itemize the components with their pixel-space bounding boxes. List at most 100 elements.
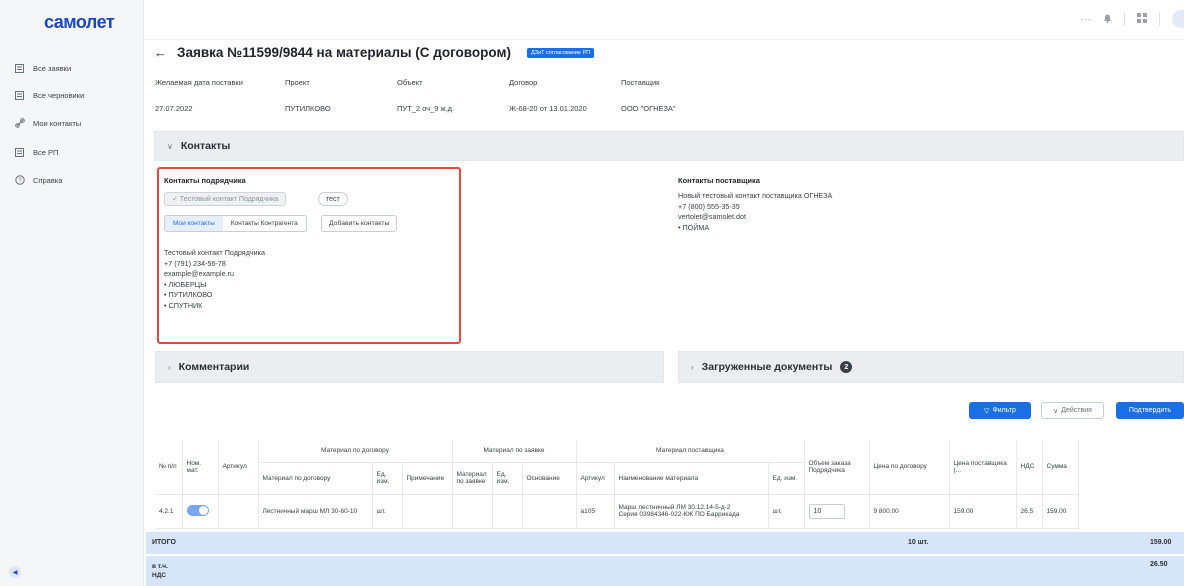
header-vat: НДС	[1016, 440, 1043, 495]
sidebar-item-label: Справка	[33, 175, 63, 185]
app-logo[interactable]: самолет	[44, 12, 115, 33]
header-req-material: Материал по заявке	[452, 462, 493, 495]
back-arrow-icon[interactable]: ←	[154, 45, 167, 60]
comments-section-header[interactable]: › Комментарии	[155, 351, 664, 383]
cell-supplier-price: 159.00	[949, 494, 1017, 529]
apps-grid-icon[interactable]	[1137, 12, 1147, 26]
sidebar-item-help[interactable]: ? Справка	[14, 171, 62, 189]
contact-line: +7 (800) 555-35-35	[678, 201, 740, 211]
cell-toggle	[182, 494, 219, 529]
header-sum: Сумма	[1042, 440, 1079, 495]
contact-line: example@example.ru	[164, 269, 235, 278]
header-contract-price: Цена по договору	[869, 440, 950, 495]
contact-line: • ЛЮБЕРЦЫ	[164, 279, 207, 289]
total-sum: 159.00	[1150, 539, 1172, 546]
link-icon	[14, 118, 25, 129]
sidebar-item-label: Мои контакты	[33, 118, 82, 128]
cell-req-unit	[492, 494, 523, 529]
sup-name-line: Марш лестничный ЛМ 30.12.14-5-д-2	[618, 504, 731, 511]
vat-label-line: НДС	[152, 572, 167, 579]
total-label: ИТОГО	[152, 539, 176, 546]
sidebar-item-all-drafts[interactable]: Все черновики	[14, 86, 84, 104]
total-qty: 10 шт.	[908, 539, 929, 546]
tab-counterparty-contacts[interactable]: Контакты Контрагента	[223, 216, 306, 231]
meta-value-date: 27.07.2022	[155, 104, 193, 113]
filter-button[interactable]: ▽ Фильтр	[969, 402, 1031, 419]
meta-value-object: ПУТ_2 оч_9 ж.д.	[397, 104, 455, 113]
confirm-button[interactable]: Подтвердить	[1116, 402, 1184, 419]
cell-contract-price: 9 800.00	[869, 494, 950, 529]
table-row[interactable]: 4.2.1 Лестничный марш МЛ 30-60-10 шт. a1…	[155, 494, 1079, 529]
header-sup-article: Артикул	[576, 462, 615, 495]
meta-value-project: ПУТИЛКОВО	[285, 104, 331, 113]
add-contacts-button[interactable]: Добавить контакты	[321, 215, 398, 232]
vat-row: в т.ч. НДС 26.50	[146, 556, 1184, 586]
cell-req-material	[452, 494, 493, 529]
more-icon[interactable]: ···	[1081, 14, 1091, 25]
contact-line: +7 (791) 234-56-78	[164, 258, 226, 268]
status-badge: ДЗиТ согласование РП	[526, 47, 595, 58]
actions-dropdown[interactable]: ∨ Действия	[1041, 402, 1104, 419]
sup-name-line: Серия 03984346-022-КЖ ПО Баррикада	[618, 511, 740, 518]
meta-label-supplier: Поставщик	[621, 78, 660, 87]
list-icon	[14, 63, 25, 74]
vat-sum: 26.50	[1150, 561, 1168, 568]
chevron-right-icon: ›	[168, 362, 171, 372]
sidebar-item-my-contacts[interactable]: Мои контакты	[14, 114, 81, 132]
cell-reason	[522, 494, 577, 529]
avatar[interactable]	[1172, 10, 1184, 28]
chevron-down-icon: ∨	[1053, 407, 1059, 415]
documents-count-badge: 2	[840, 361, 853, 373]
cell-sup-unit: шт.	[768, 494, 805, 529]
total-row: ИТОГО 10 шт. 159.00	[146, 532, 1184, 554]
meta-label-contract: Договор	[509, 78, 538, 87]
header-unit: Ед. изм.	[372, 462, 403, 495]
section-title: Загруженные документы	[701, 361, 833, 373]
supplier-contact-details: Новый тестовый контакт поставщика ОГНЕЗА…	[678, 191, 832, 233]
sidebar-item-label: Все черновики	[33, 90, 85, 100]
filter-button-label: Фильтр	[992, 407, 1016, 414]
header-contract-material: Материал по договору	[258, 462, 373, 495]
vat-label-line: в т.ч.	[152, 563, 168, 570]
cell-sup-name: Марш лестничный ЛМ 30.12.14-5-д-2 Серия 0…	[614, 494, 769, 529]
materials-table: № п/п Ном. мат. Артикул Материал по дого…	[155, 440, 1079, 529]
contractor-contact-details: Тестовый контакт Подрядчика +7 (791) 234…	[164, 248, 265, 311]
group-header-contract: Материал по договору	[258, 440, 453, 463]
documents-section-header[interactable]: › Загруженные документы 2	[678, 351, 1184, 383]
nom-toggle[interactable]	[186, 504, 209, 516]
header-order-volume: Объем заказа Подрядчика	[804, 440, 870, 495]
cell-unit: шт.	[372, 494, 403, 529]
actions-dropdown-label: Действия	[1061, 407, 1092, 414]
collapse-sidebar-icon[interactable]: ◀	[9, 566, 21, 578]
divider	[1124, 12, 1125, 26]
contact-line: Новый тестовый контакт поставщика ОГНЕЗА	[678, 191, 833, 200]
sidebar-item-all-rp[interactable]: Все РП	[14, 143, 58, 161]
title-row: ← Заявка №11599/9844 на материалы (С дог…	[154, 45, 595, 60]
header-req-unit: Ед. изм.	[492, 462, 523, 495]
selected-contact-chip[interactable]: ✓ Тестовый контакт Подрядчика	[164, 192, 287, 206]
top-bar: ···	[144, 0, 1184, 40]
meta-value-supplier: ООО "ОГНЕЗА"	[621, 104, 676, 113]
cell-note	[402, 494, 453, 529]
cell-article	[218, 494, 259, 529]
divider	[1159, 12, 1160, 26]
sidebar-item-label: Все РП	[33, 147, 59, 157]
vat-label: в т.ч. НДС	[152, 562, 168, 580]
cell-num: 4.2.1	[155, 494, 183, 529]
contacts-section-header[interactable]: ∨ Контакты	[154, 131, 1184, 161]
group-header-request: Материал по заявке	[452, 440, 577, 463]
bell-icon[interactable]	[1103, 13, 1112, 26]
meta-label-project: Проект	[285, 78, 310, 87]
quantity-input[interactable]: 10	[808, 503, 845, 519]
header-num: № п/п	[155, 440, 183, 495]
tab-my-contacts[interactable]: Мои контакты	[165, 216, 223, 231]
contact-chip-test[interactable]: тест	[318, 192, 348, 206]
filter-icon: ▽	[984, 407, 990, 415]
page-title: Заявка №11599/9844 на материалы (С догов…	[177, 45, 511, 60]
sidebar-item-all-requests[interactable]: Все заявки	[14, 59, 71, 77]
contact-line: • СПУТНИК	[164, 300, 203, 310]
contacts-tabs: Мои контакты Контакты Контрагента	[164, 215, 307, 232]
header-sup-name: Наименование материала	[614, 462, 769, 495]
contact-line: • ПУТИЛКОВО	[164, 290, 213, 299]
contractor-contacts-title: Контакты подрядчика	[164, 176, 246, 185]
